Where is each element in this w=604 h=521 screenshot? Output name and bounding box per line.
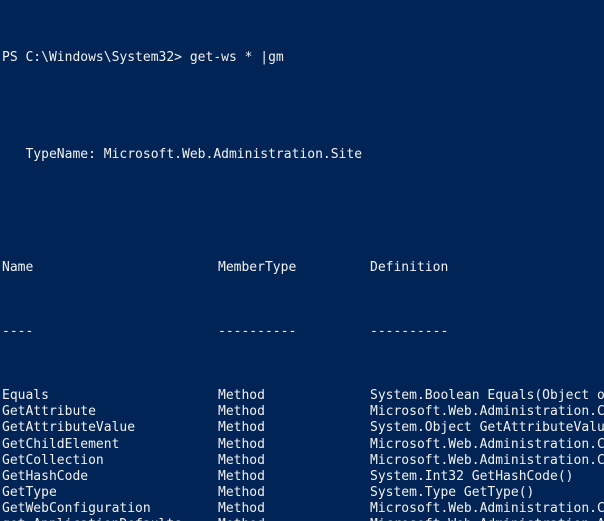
cell-name: GetHashCode xyxy=(2,468,89,484)
table-header-row: Name MemberType Definition xyxy=(2,260,604,276)
table-row: GetHashCode Method System.Int32 GetHashCod… xyxy=(2,469,604,485)
prompt-line: PS C:\Windows\System32> get-ws * |gm xyxy=(2,50,284,66)
table-row: GetCollection Method Microsoft.Web.Adminis… xyxy=(2,453,604,469)
cell-definition: Microsoft.Web.Administration.Conf xyxy=(370,500,604,516)
table-row: GetType Method System.Type GetType() xyxy=(2,485,604,501)
member-rows-container: Equals Method System.Boolean Equals(Object… xyxy=(2,388,604,521)
cell-membertype: Method xyxy=(218,388,265,404)
header-name: Name xyxy=(2,259,34,275)
cell-membertype: Method xyxy=(218,436,265,452)
cell-definition: System.Int32 GetHashCode() xyxy=(370,468,574,484)
underline-definition: ---------- xyxy=(370,323,449,339)
header-membertype: MemberType xyxy=(218,259,297,275)
table-row: Equals Method System.Boolean Equals(Object… xyxy=(2,388,604,404)
cell-name: GetAttribute xyxy=(2,404,96,420)
cell-membertype: Method xyxy=(218,517,265,521)
table-row: GetAttribute Method Microsoft.Web.Administ… xyxy=(2,404,604,420)
cell-definition: Microsoft.Web.Administration.Conf xyxy=(370,404,604,420)
cell-membertype: Method xyxy=(218,484,265,500)
table-row: GetWebConfiguration Method Microsoft.Web.A… xyxy=(2,501,604,517)
table-row: get_ApplicationDefaults Method Microsoft.W… xyxy=(2,517,604,521)
underline-name: ---- xyxy=(2,323,34,339)
cell-name: GetAttributeValue xyxy=(2,420,136,436)
cell-membertype: Method xyxy=(218,452,265,468)
cell-name: get_ApplicationDefaults xyxy=(2,517,182,521)
cell-name: GetChildElement xyxy=(2,436,120,452)
cell-name: GetWebConfiguration xyxy=(2,500,151,516)
table-row: GetChildElement Method Microsoft.Web.Admin… xyxy=(2,437,604,453)
cell-membertype: Method xyxy=(218,420,265,436)
table-row: GetAttributeValue Method System.Object Get… xyxy=(2,420,604,436)
header-definition: Definition xyxy=(370,259,449,275)
typename-line: TypeName: Microsoft.Web.Administration.S… xyxy=(2,146,363,162)
cell-definition: System.Object GetAttributeValue(St xyxy=(370,420,604,436)
cell-name: GetType xyxy=(2,484,57,500)
table-header-underline-row: ---- ---------- ---------- xyxy=(2,324,604,340)
cell-definition: Microsoft.Web.Administration.Conf xyxy=(370,436,604,452)
cell-definition: System.Type GetType() xyxy=(370,484,535,500)
cell-definition: Microsoft.Web.Administration.Conf xyxy=(370,452,604,468)
cell-membertype: Method xyxy=(218,468,265,484)
cell-name: GetCollection xyxy=(2,452,104,468)
cell-definition: Microsoft.Web.Administration.Appl xyxy=(370,517,604,521)
cell-membertype: Method xyxy=(218,500,265,516)
cell-membertype: Method xyxy=(218,404,265,420)
cell-definition: System.Boolean Equals(Object obj) xyxy=(370,388,604,404)
underline-membertype: ---------- xyxy=(218,323,297,339)
cell-name: Equals xyxy=(2,388,49,404)
powershell-console[interactable]: PS C:\Windows\System32> get-ws * |gm Typ… xyxy=(0,0,604,521)
